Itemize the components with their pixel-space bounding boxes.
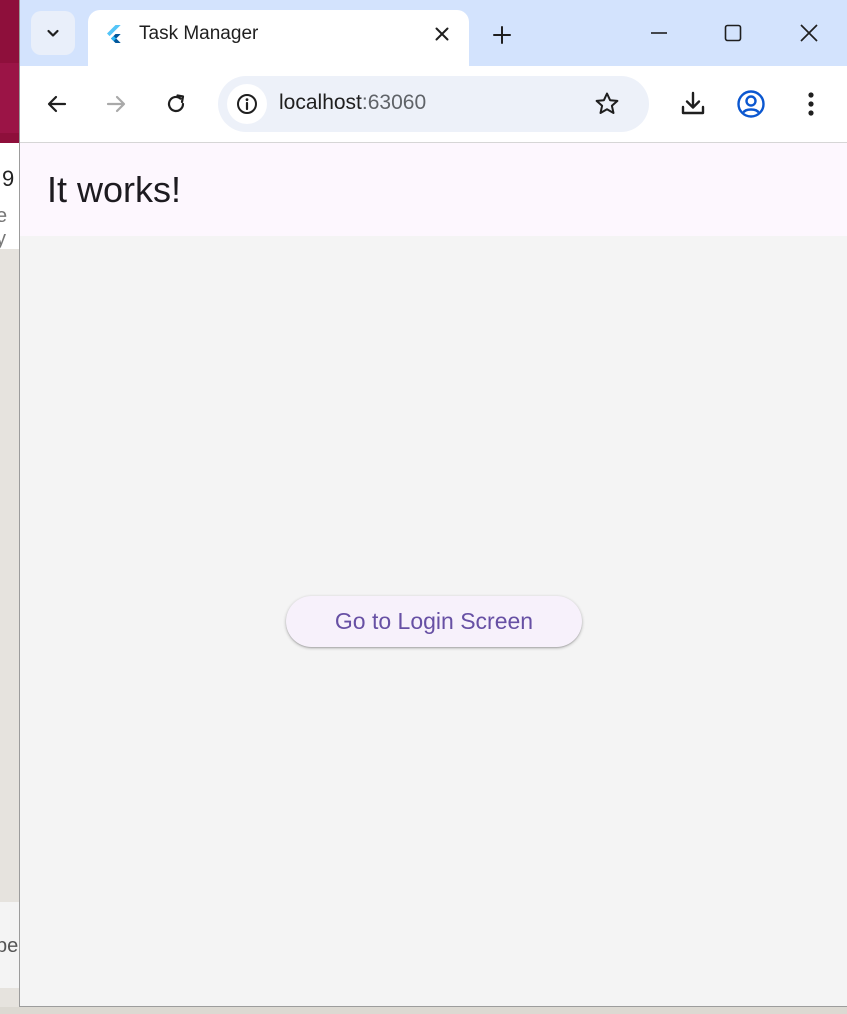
back-button[interactable] [39,86,75,122]
info-icon [237,94,257,114]
chevron-down-icon [47,29,59,37]
site-info-button[interactable] [227,84,267,124]
tab-title: Task Manager [139,23,259,44]
background-app-text: 9 [2,166,15,191]
background-app: 9 e y pe [0,0,20,1014]
tab-strip: Task Manager [20,0,847,66]
bookmark-button[interactable] [592,89,622,119]
star-icon [595,92,619,114]
profile-icon [737,90,765,118]
background-app-text: pe [0,935,19,957]
downloads-button[interactable] [675,86,711,122]
address-bar[interactable]: localhost:63060 [218,76,649,132]
close-icon [800,24,818,42]
minimize-icon [651,32,667,34]
tab-task-manager[interactable]: Task Manager [88,10,469,66]
background-app-text: e y [0,205,8,250]
tab-search-button[interactable] [31,11,75,55]
more-vert-icon [808,92,814,116]
background-app-header [0,0,20,143]
close-icon [435,27,449,41]
plus-icon [493,26,511,44]
reload-button[interactable] [158,86,194,122]
desktop-edge [0,1007,847,1014]
reload-icon [167,94,185,113]
new-tab-button[interactable] [487,20,517,50]
app-bar: It works! [20,143,847,236]
page-content: It works! Go to Login Screen [20,143,847,1006]
go-to-login-button[interactable]: Go to Login Screen [286,596,582,647]
download-icon [681,91,705,115]
menu-button[interactable] [793,86,829,122]
url-text: localhost:63060 [279,91,426,115]
minimize-button[interactable] [639,18,679,48]
browser-window: Task Manager localhost:63060 It works! G… [19,0,847,1007]
close-tab-button[interactable] [430,22,454,46]
url-port: :63060 [361,91,427,114]
close-window-button[interactable] [789,18,829,48]
page-title: It works! [47,169,182,210]
arrow-left-icon [47,95,67,113]
profile-button[interactable] [733,86,769,122]
maximize-icon [724,24,742,42]
maximize-button[interactable] [713,18,753,48]
browser-toolbar: localhost:63060 [20,66,847,143]
arrow-right-icon [106,95,126,113]
forward-button[interactable] [98,86,134,122]
flutter-logo-icon [107,25,121,43]
url-host: localhost [279,91,362,114]
